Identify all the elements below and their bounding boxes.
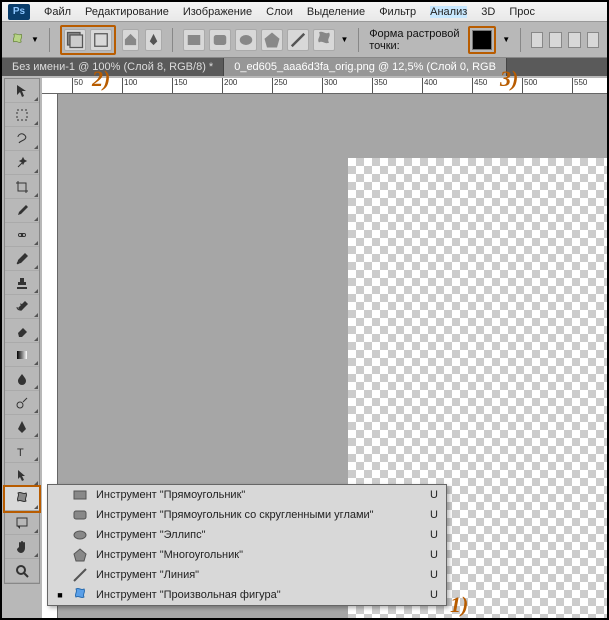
tool-blur[interactable] [5, 367, 39, 391]
ellipse-shape-button[interactable] [235, 29, 257, 51]
line-shape-button[interactable] [287, 29, 309, 51]
menu-filter[interactable]: Фильтр [379, 6, 416, 18]
fill-color-group [468, 26, 496, 54]
tool-lasso[interactable] [5, 127, 39, 151]
menu-select[interactable]: Выделение [307, 6, 365, 18]
tab-1[interactable]: Без имени-1 @ 100% (Слой 8, RGB/8) * [2, 58, 224, 76]
polygon-shape-button[interactable] [261, 29, 283, 51]
svg-text:T: T [17, 447, 24, 459]
pen-button[interactable] [145, 29, 162, 51]
tool-custom-shape[interactable] [5, 487, 39, 511]
menu-analysis[interactable]: Анализ [430, 6, 467, 18]
tool-hand[interactable] [5, 535, 39, 559]
roundrect-shape-button[interactable] [209, 29, 231, 51]
tool-history-brush[interactable] [5, 295, 39, 319]
fill-color-swatch[interactable] [472, 30, 492, 50]
rect-shape-button[interactable] [183, 29, 205, 51]
tool-notes[interactable] [5, 511, 39, 535]
flyout-custom-shape[interactable]: ■ Инструмент "Произвольная фигура" U [48, 585, 446, 605]
flyout-polygon[interactable]: Инструмент "Многоугольник" U [48, 545, 446, 565]
color-dropdown-arrow[interactable]: ▼ [502, 35, 510, 44]
tool-stamp[interactable] [5, 271, 39, 295]
flyout-rectangle[interactable]: Инструмент "Прямоугольник" U [48, 485, 446, 505]
pathop-4-button[interactable] [587, 32, 600, 48]
pathop-2-button[interactable] [549, 32, 562, 48]
menu-image[interactable]: Изображение [183, 6, 252, 18]
dropdown-arrow-icon[interactable]: ▼ [31, 35, 39, 44]
annotation-3: 3) [500, 66, 518, 92]
menu-layers[interactable]: Слои [266, 6, 293, 18]
selected-marker: ■ [56, 590, 64, 600]
tool-move[interactable] [5, 79, 39, 103]
shape-mode-group [60, 25, 116, 55]
roundrect-icon [72, 507, 88, 523]
polygon-icon [72, 547, 88, 563]
shape-point-label: Форма растровой точки: [369, 28, 462, 52]
pathop-3-button[interactable] [568, 32, 581, 48]
tool-type[interactable]: T [5, 439, 39, 463]
ruler-horizontal[interactable]: 50 100 150 200 250 300 350 400 450 500 5… [42, 78, 607, 94]
tool-wand[interactable] [5, 151, 39, 175]
annotation-2: 2) [92, 66, 110, 92]
tool-zoom[interactable] [5, 559, 39, 583]
tool-eraser[interactable] [5, 319, 39, 343]
flyout-rounded-rectangle[interactable]: Инструмент "Прямоугольник со скругленным… [48, 505, 446, 525]
tab-2[interactable]: 0_ed605_aaa6d3fa_orig.png @ 12,5% (Слой … [224, 58, 507, 76]
tool-gradient[interactable] [5, 343, 39, 367]
tool-crop[interactable] [5, 175, 39, 199]
custom-shape-button[interactable] [313, 29, 335, 51]
shape-tool-flyout: Инструмент "Прямоугольник" U Инструмент … [47, 484, 447, 606]
rect-icon [72, 487, 88, 503]
tool-preset-icon[interactable] [10, 30, 25, 50]
annotation-1: 1) [450, 592, 468, 618]
tool-pen[interactable] [5, 415, 39, 439]
tool-path-select[interactable] [5, 463, 39, 487]
tool-eyedropper[interactable] [5, 199, 39, 223]
menu-file[interactable]: Файл [44, 6, 71, 18]
shape-options-arrow[interactable]: ▼ [341, 35, 349, 44]
blob-icon [72, 587, 88, 603]
app-logo: Ps [8, 4, 30, 20]
menu-edit[interactable]: Редактирование [85, 6, 169, 18]
menu-view[interactable]: Прос [509, 6, 535, 18]
pathop-1-button[interactable] [531, 32, 544, 48]
fill-pixels-button[interactable] [122, 29, 139, 51]
toolbox: T [4, 78, 40, 584]
tool-dodge[interactable] [5, 391, 39, 415]
options-bar: ▼ ▼ Форма растровой точки: ▼ [2, 22, 607, 58]
primitive-shapes-group [183, 29, 335, 51]
menu-bar: Ps Файл Редактирование Изображение Слои … [2, 2, 607, 22]
flyout-ellipse[interactable]: Инструмент "Эллипс" U [48, 525, 446, 545]
menu-3d[interactable]: 3D [481, 6, 495, 18]
ellipse-icon [72, 527, 88, 543]
tool-brush[interactable] [5, 247, 39, 271]
line-icon [72, 567, 88, 583]
tool-marquee[interactable] [5, 103, 39, 127]
shape-layers-button[interactable] [64, 29, 86, 51]
paths-button[interactable] [90, 29, 112, 51]
flyout-line[interactable]: Инструмент "Линия" U [48, 565, 446, 585]
tool-heal[interactable] [5, 223, 39, 247]
